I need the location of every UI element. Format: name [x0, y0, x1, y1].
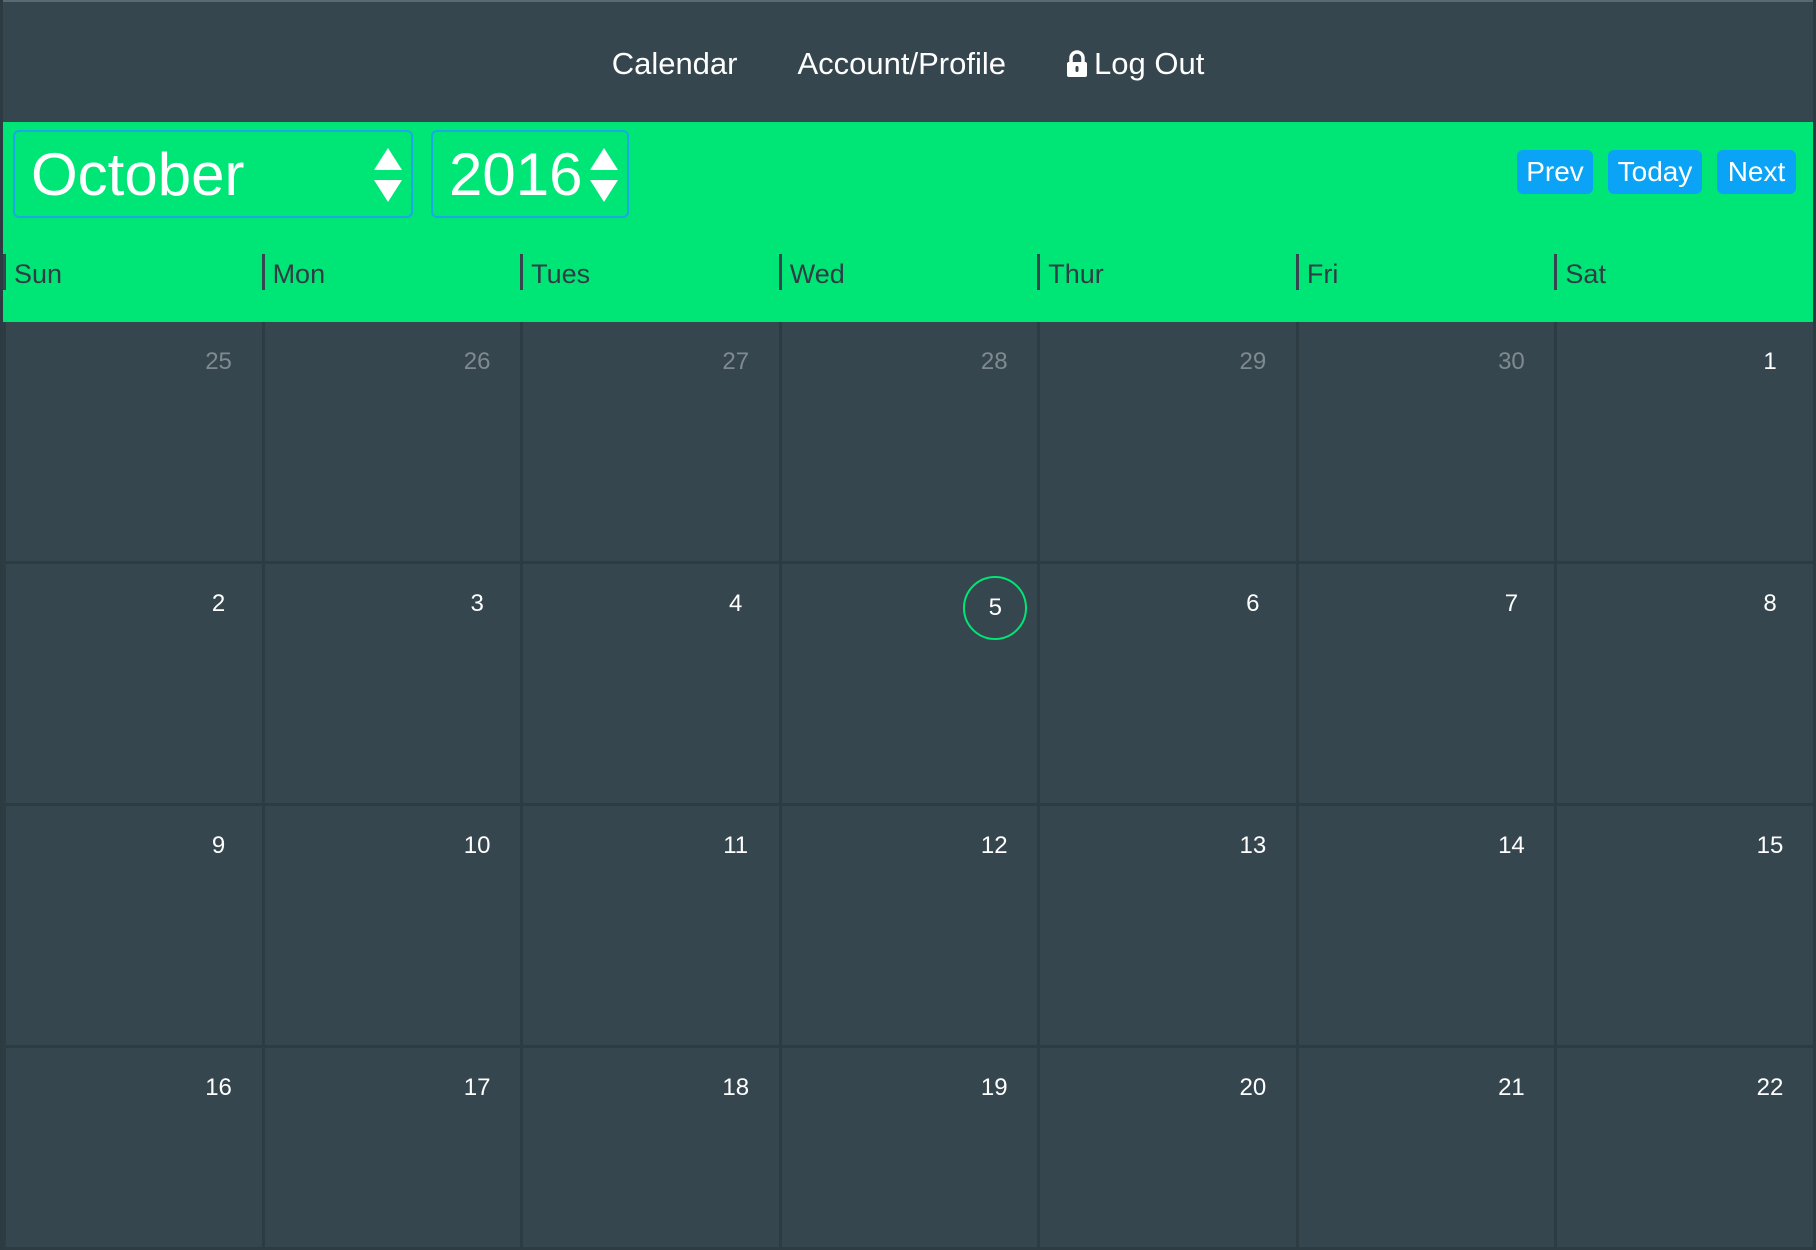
day-cell[interactable]: 20 [1037, 1048, 1296, 1250]
weekday-mon: Mon [261, 254, 521, 290]
day-number: 1 [1763, 348, 1777, 375]
day-cell[interactable]: 22 [1554, 1048, 1813, 1250]
day-number: 15 [1756, 832, 1784, 859]
day-cell[interactable]: 15 [1554, 806, 1813, 1048]
month-select-value: October [31, 140, 245, 208]
weekday-thu: Thur [1037, 254, 1296, 290]
day-cell[interactable]: 5 [778, 564, 1038, 806]
day-number: 14 [1498, 832, 1525, 859]
weekday-sat: Sat [1554, 254, 1813, 290]
day-cell[interactable]: 9 [3, 806, 262, 1048]
day-cell[interactable]: 14 [1295, 806, 1555, 1048]
day-number: 29 [1239, 348, 1267, 375]
weekday-tue: Tues [520, 254, 779, 290]
next-button[interactable]: Next [1717, 150, 1796, 194]
day-number: 8 [1763, 590, 1777, 617]
day-number: 30 [1498, 348, 1525, 375]
day-number: 11 [723, 832, 749, 859]
day-cell[interactable]: 16 [3, 1048, 262, 1250]
nav-calendar-link[interactable]: Calendar [612, 46, 738, 82]
day-cell[interactable]: 2 [3, 564, 262, 806]
weekday-header: Sun Mon Tues Wed Thur Fri Sat [3, 252, 1813, 322]
day-number: 16 [205, 1074, 232, 1101]
day-number: 26 [463, 348, 491, 375]
day-number: 13 [1239, 832, 1267, 859]
day-number: 17 [463, 1074, 491, 1101]
day-cell[interactable]: 21 [1295, 1048, 1555, 1250]
year-spinner-icon [589, 146, 619, 204]
day-number: 4 [729, 590, 743, 617]
weekday-wed: Wed [778, 254, 1038, 290]
day-number: 28 [980, 348, 1008, 375]
day-number: 10 [463, 832, 491, 859]
day-cell[interactable]: 8 [1554, 564, 1813, 806]
day-cell[interactable]: 6 [1037, 564, 1296, 806]
prev-button[interactable]: Prev [1517, 150, 1593, 194]
month-spinner-icon [373, 146, 403, 204]
day-number: 12 [980, 832, 1008, 859]
day-number: 18 [722, 1074, 750, 1101]
weekday-fri: Fri [1295, 254, 1555, 290]
month-select[interactable]: October [13, 130, 413, 218]
top-navigation: Calendar Account/Profile Log Out [3, 0, 1813, 122]
nav-account-label: Account/Profile [797, 46, 1007, 81]
day-cell[interactable]: 10 [261, 806, 521, 1048]
calendar-grid: 25 26 27 28 29 30 1 2 3 4 5 6 7 8 9 10 11 12 13 14 15 16 17 18 1… [3, 322, 1813, 1250]
nav-account-link[interactable]: Account/Profile [798, 46, 1007, 82]
day-number: 7 [1504, 590, 1519, 617]
weekday-sun: Sun [3, 254, 262, 290]
day-cell[interactable]: 18 [520, 1048, 779, 1250]
day-cell[interactable]: 3 [261, 564, 521, 806]
day-cell[interactable]: 17 [261, 1048, 521, 1250]
day-number: 6 [1246, 590, 1260, 617]
today-button[interactable]: Today [1608, 150, 1702, 194]
day-cell[interactable]: 27 [520, 322, 779, 564]
day-number: 27 [722, 348, 750, 375]
day-number: 21 [1498, 1074, 1525, 1101]
day-cell[interactable]: 29 [1037, 322, 1296, 564]
day-cell[interactable]: 28 [778, 322, 1038, 564]
day-cell[interactable]: 4 [520, 564, 779, 806]
day-cell[interactable]: 1 [1554, 322, 1813, 564]
day-cell[interactable]: 11 [520, 806, 779, 1048]
nav-logout-label: Log Out [1094, 46, 1205, 81]
day-number: 2 [211, 590, 226, 617]
year-select-value: 2016 [449, 140, 583, 208]
day-cell[interactable]: 30 [1295, 322, 1555, 564]
day-number: 20 [1239, 1074, 1267, 1101]
year-select[interactable]: 2016 [431, 130, 629, 218]
day-cell[interactable]: 12 [778, 806, 1038, 1048]
lock-icon [1066, 50, 1088, 78]
calendar-toolbar: October 2016 Prev Today Next Sun Mon Tue… [3, 122, 1813, 322]
day-cell[interactable]: 25 [3, 322, 262, 564]
day-cell[interactable]: 13 [1037, 806, 1296, 1048]
day-number: 3 [470, 590, 484, 617]
day-number: 22 [1756, 1074, 1784, 1101]
day-cell[interactable]: 26 [261, 322, 521, 564]
day-number: 19 [980, 1074, 1008, 1101]
calendar-app: Calendar Account/Profile Log Out October [0, 0, 1816, 1250]
nav-calendar-label: Calendar [611, 46, 738, 81]
nav-logout-link[interactable]: Log Out [1066, 46, 1204, 82]
day-number: 25 [205, 348, 232, 375]
day-cell[interactable]: 7 [1295, 564, 1555, 806]
day-cell[interactable]: 19 [778, 1048, 1038, 1250]
day-number: 9 [211, 832, 226, 859]
today-day-number: 5 [963, 576, 1028, 640]
